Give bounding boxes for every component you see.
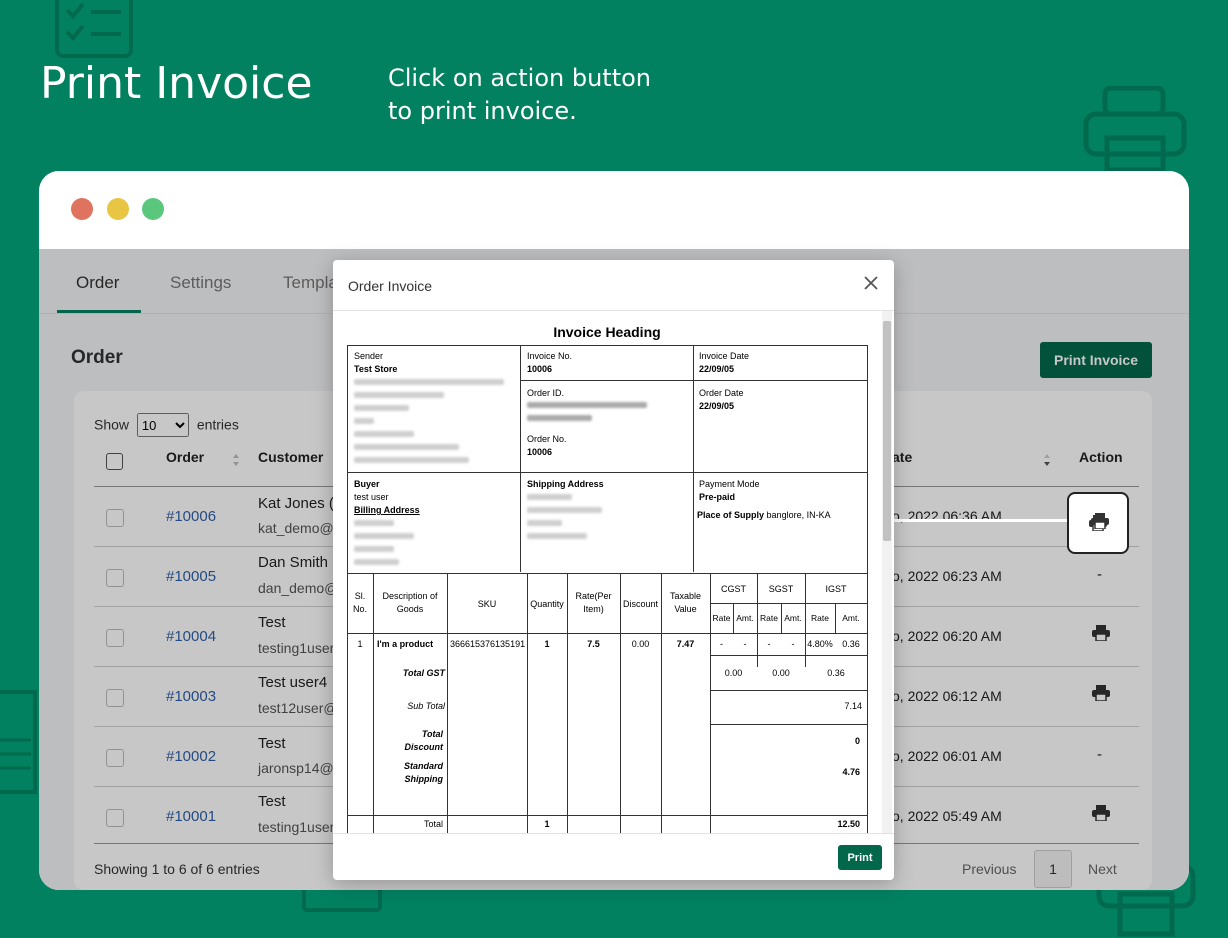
item-igst-rate: 4.80% bbox=[807, 639, 833, 649]
col-discount: Discount bbox=[622, 599, 658, 609]
scrollbar-thumb[interactable] bbox=[883, 321, 891, 541]
col-sgst-amt: Amt. bbox=[784, 613, 802, 623]
col-rate: Rate(Per Item) bbox=[575, 591, 612, 614]
subtotal-value: 7.14 bbox=[844, 701, 862, 711]
item-discount: 0.00 bbox=[631, 639, 650, 649]
col-cgst-amt: Amt. bbox=[736, 613, 754, 623]
billing-address-label: Billing Address bbox=[354, 505, 420, 515]
print-icon[interactable] bbox=[1091, 513, 1109, 529]
window-minimize-dot[interactable] bbox=[107, 198, 129, 220]
total-gst-igst: 0.36 bbox=[827, 668, 845, 678]
modal-title: Order Invoice bbox=[348, 278, 433, 294]
col-sku: SKU bbox=[477, 599, 497, 609]
total-quantity: 1 bbox=[544, 819, 550, 829]
place-of-supply-label: Place of Supply bbox=[697, 510, 765, 520]
item-sl: 1 bbox=[357, 639, 363, 649]
callout-connector bbox=[894, 519, 1069, 522]
total-label: Total bbox=[423, 819, 443, 829]
invoice-scrollbar[interactable] bbox=[882, 311, 892, 833]
grand-total: 12.50 bbox=[837, 819, 860, 829]
hero-title: Print Invoice bbox=[40, 58, 313, 109]
shipping-value: 4.76 bbox=[842, 767, 860, 777]
col-sgst-rate: Rate bbox=[760, 613, 778, 623]
col-quantity: Quantity bbox=[530, 599, 564, 609]
invoice-date: 22/09/05 bbox=[699, 364, 735, 374]
modal-footer: Print bbox=[333, 833, 894, 881]
hero-subtitle: Click on action button to print invoice. bbox=[388, 62, 688, 128]
place-of-supply: Place of Supply banglore, IN-KA bbox=[697, 510, 831, 520]
buyer-name: test user bbox=[354, 492, 389, 502]
checklist-icon bbox=[55, 0, 133, 58]
col-description: Description of Goods bbox=[382, 591, 438, 614]
order-invoice-modal: Order Invoice Invoice Heading Sender Tes… bbox=[333, 260, 894, 880]
sender-name: Test Store bbox=[354, 364, 398, 374]
item-rate: 7.5 bbox=[587, 639, 600, 649]
browser-titlebar bbox=[39, 171, 1189, 249]
invoice-no: 10006 bbox=[527, 364, 553, 374]
order-no: 10006 bbox=[527, 447, 553, 457]
close-icon[interactable] bbox=[862, 274, 880, 292]
col-taxable: Taxable Value bbox=[669, 591, 702, 614]
total-gst-label: Total GST bbox=[402, 668, 445, 678]
payment-mode-label: Payment Mode bbox=[699, 479, 760, 489]
window-close-dot[interactable] bbox=[71, 198, 93, 220]
item-sgst-rate: - bbox=[767, 639, 771, 649]
item-cgst-amt: - bbox=[743, 639, 747, 649]
item-cgst-rate: - bbox=[720, 639, 723, 649]
col-cgst: CGST bbox=[720, 584, 746, 594]
col-igst: IGST bbox=[825, 584, 847, 594]
col-igst-amt: Amt. bbox=[842, 613, 860, 623]
invoice-doc-icon bbox=[0, 690, 37, 794]
col-sl: Sl. No. bbox=[352, 591, 367, 614]
window-maximize-dot[interactable] bbox=[142, 198, 164, 220]
payment-mode: Pre-paid bbox=[699, 492, 736, 502]
print-button[interactable]: Print bbox=[838, 845, 882, 870]
invoice-no-label: Invoice No. bbox=[527, 351, 573, 361]
item-description: I'm a product bbox=[377, 639, 434, 649]
col-igst-rate: Rate bbox=[811, 613, 829, 623]
item-igst-amt: 0.36 bbox=[842, 639, 860, 649]
item-taxable: 7.47 bbox=[676, 639, 695, 649]
col-cgst-rate: Rate bbox=[712, 613, 731, 623]
order-no-label: Order No. bbox=[527, 434, 567, 444]
total-gst-cgst: 0.00 bbox=[724, 668, 743, 678]
col-sgst: SGST bbox=[768, 584, 794, 594]
total-gst-sgst: 0.00 bbox=[772, 668, 790, 678]
invoice-preview: Invoice Heading Sender Test Store Invoic… bbox=[333, 311, 894, 833]
order-date-label: Order Date bbox=[699, 388, 744, 398]
shipping-label: Standard Shipping bbox=[403, 761, 443, 784]
item-quantity: 1 bbox=[544, 639, 550, 649]
hero-subtitle-line1: Click on action button bbox=[388, 64, 652, 92]
invoice-heading: Invoice Heading bbox=[553, 324, 661, 340]
printer-icon bbox=[1083, 86, 1187, 171]
buyer-label: Buyer bbox=[354, 479, 380, 489]
total-discount-label: Total Discount bbox=[404, 729, 443, 752]
total-discount-value: 0 bbox=[854, 736, 860, 746]
item-sku: 366615376135191 bbox=[450, 639, 526, 649]
invoice-date-label: Invoice Date bbox=[699, 351, 750, 361]
modal-header: Order Invoice bbox=[333, 260, 894, 311]
order-id-label: Order ID. bbox=[527, 388, 565, 398]
hero-subtitle-line2: to print invoice. bbox=[388, 97, 577, 125]
subtotal-label: Sub Total bbox=[407, 701, 445, 711]
order-date: 22/09/05 bbox=[699, 401, 735, 411]
shipping-address-label: Shipping Address bbox=[527, 479, 604, 489]
sender-label: Sender bbox=[354, 351, 384, 361]
place-of-supply-value: banglore, IN-KA bbox=[766, 510, 831, 520]
item-sgst-amt: - bbox=[791, 639, 795, 649]
